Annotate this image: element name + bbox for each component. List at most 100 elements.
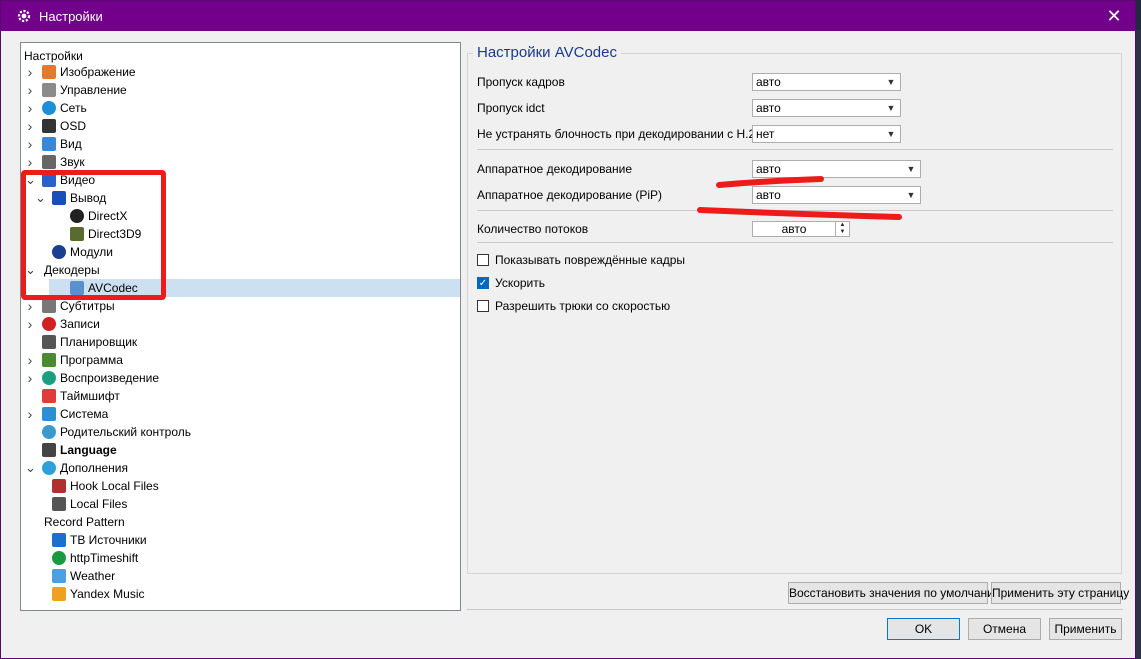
chevron-down-icon: ▼ (886, 129, 896, 139)
restore-defaults-button[interactable]: Восстановить значения по умолчанию (788, 582, 1003, 604)
cancel-button[interactable]: Отмена (968, 618, 1041, 640)
hw-decoding-pip-label: Аппаратное декодирование (PiP) (477, 188, 663, 202)
speaker-icon (42, 155, 56, 169)
globe-icon (42, 101, 56, 115)
tree-item[interactable]: Local Files (21, 495, 460, 513)
tree-item-label: Сеть (60, 101, 87, 115)
tree-item[interactable]: Weather (21, 567, 460, 585)
tree-item-label: Звук (60, 155, 85, 169)
chevron-right-icon[interactable]: › (25, 81, 35, 99)
tree-item-label: Планировщик (60, 335, 138, 349)
close-button[interactable]: ✕ (1103, 5, 1125, 27)
skip-idct-combo[interactable]: авто ▼ (752, 99, 901, 117)
chevron-right-icon[interactable]: › (25, 351, 35, 369)
view-icon (42, 137, 56, 151)
tree-item-label: Language (60, 443, 117, 457)
chevron-right-icon[interactable]: › (25, 405, 35, 423)
tree-item[interactable]: Record Pattern (21, 513, 460, 531)
chevron-right-icon[interactable]: › (25, 117, 35, 135)
threads-label: Количество потоков (477, 222, 589, 236)
tree-item[interactable]: › Сеть (21, 99, 460, 117)
tree-item[interactable]: Родительский контроль (21, 423, 460, 441)
file-icon (52, 497, 66, 511)
tree-item[interactable]: › Программа (21, 351, 460, 369)
tree-item[interactable]: › Воспроизведение (21, 369, 460, 387)
tree-item[interactable]: Планировщик (21, 333, 460, 351)
chevron-right-icon[interactable]: › (25, 63, 35, 81)
tv-sources-icon (52, 533, 66, 547)
tree-item[interactable]: › OSD (21, 117, 460, 135)
spin-down-icon[interactable]: ▼ (836, 229, 849, 236)
chevron-right-icon[interactable]: › (25, 99, 35, 117)
title-bar: Настройки ✕ (1, 1, 1135, 31)
tree-item-label: Local Files (70, 497, 128, 511)
tree-item-label: Yandex Music (70, 587, 145, 601)
tree-item[interactable]: › Управление (21, 81, 460, 99)
timeshift-icon (42, 389, 56, 403)
calendar-icon (42, 335, 56, 349)
parental-icon (42, 425, 56, 439)
chevron-down-icon: ▼ (886, 103, 896, 113)
tree-item-label: OSD (60, 119, 87, 133)
spin-up-icon[interactable]: ▲ (836, 222, 849, 229)
separator (477, 149, 1113, 150)
tree-item[interactable]: httpTimeshift (21, 549, 460, 567)
threads-spinbox[interactable]: авто ▲ ▼ (752, 221, 850, 237)
tree-item[interactable]: Таймшифт (21, 387, 460, 405)
checkbox-label: Ускорить (495, 276, 546, 290)
checkbox-box[interactable] (477, 300, 489, 312)
deblock-combo[interactable]: нет ▼ (752, 125, 901, 143)
settings-tree[interactable]: Настройки › Изображение › Управление › Сеть › O… (20, 42, 461, 611)
combo-value: авто (756, 75, 781, 89)
tree-item[interactable]: › Система (21, 405, 460, 423)
chevron-right-icon[interactable]: › (25, 315, 35, 333)
combo-value: авто (756, 101, 781, 115)
tree-item[interactable]: Hook Local Files (21, 477, 460, 495)
checkbox-box[interactable] (477, 254, 489, 266)
deblock-label: Не устранять блочность при декодировании… (477, 127, 769, 141)
tree-item-label: Управление (60, 83, 127, 97)
chevron-right-icon[interactable]: › (25, 135, 35, 153)
tree-item-label: ТВ Источники (70, 533, 147, 547)
tree-item-label: Программа (60, 353, 123, 367)
checkmark-icon[interactable]: ✓ (477, 277, 489, 289)
tree-item[interactable]: Yandex Music (21, 585, 460, 603)
tree-item[interactable]: ТВ Источники (21, 531, 460, 549)
http-icon (52, 551, 66, 565)
osd-icon (42, 119, 56, 133)
panel-title: Настройки AVCodec (473, 43, 621, 63)
tree-item[interactable]: Language (21, 441, 460, 459)
subtitles-icon (42, 299, 56, 313)
apply-page-button[interactable]: Применить эту страницу (991, 582, 1129, 604)
epg-icon (42, 353, 56, 367)
music-icon (52, 587, 66, 601)
tree-item-label: Record Pattern (44, 515, 125, 529)
chevron-right-icon[interactable]: › (25, 369, 35, 387)
tree-item[interactable]: › Вид (21, 135, 460, 153)
tree-item-label: Weather (70, 569, 116, 583)
close-icon: ✕ (1106, 6, 1122, 26)
addons-icon (42, 461, 56, 475)
language-icon (42, 443, 56, 457)
tree-item-label: Hook Local Files (70, 479, 159, 493)
chevron-down-icon[interactable]: ⌄ (25, 459, 36, 477)
window-title: Настройки (39, 9, 103, 24)
checkbox-label: Показывать повреждённые кадры (495, 253, 686, 267)
apply-button[interactable]: Применить (1049, 618, 1122, 640)
system-icon (42, 407, 56, 421)
tree-item[interactable]: › Звук (21, 153, 460, 171)
annotation-underline (697, 207, 902, 220)
chevron-right-icon[interactable]: › (25, 153, 35, 171)
ok-button[interactable]: OK (887, 618, 960, 640)
image-icon (42, 65, 56, 79)
chevron-down-icon: ▼ (906, 164, 916, 174)
tree-item[interactable]: ⌄ Дополнения (21, 459, 460, 477)
annotation-underline (716, 176, 824, 188)
skip-frames-combo[interactable]: авто ▼ (752, 73, 901, 91)
tree-item[interactable]: › Записи (21, 315, 460, 333)
gear-icon (17, 9, 31, 23)
tree-item-label: Воспроизведение (60, 371, 160, 385)
settings-dialog: Настройки ✕ Настройки › Изображение › Управ… (0, 0, 1136, 659)
skip-frames-label: Пропуск кадров (477, 75, 565, 89)
tree-item[interactable]: › Изображение (21, 63, 460, 81)
